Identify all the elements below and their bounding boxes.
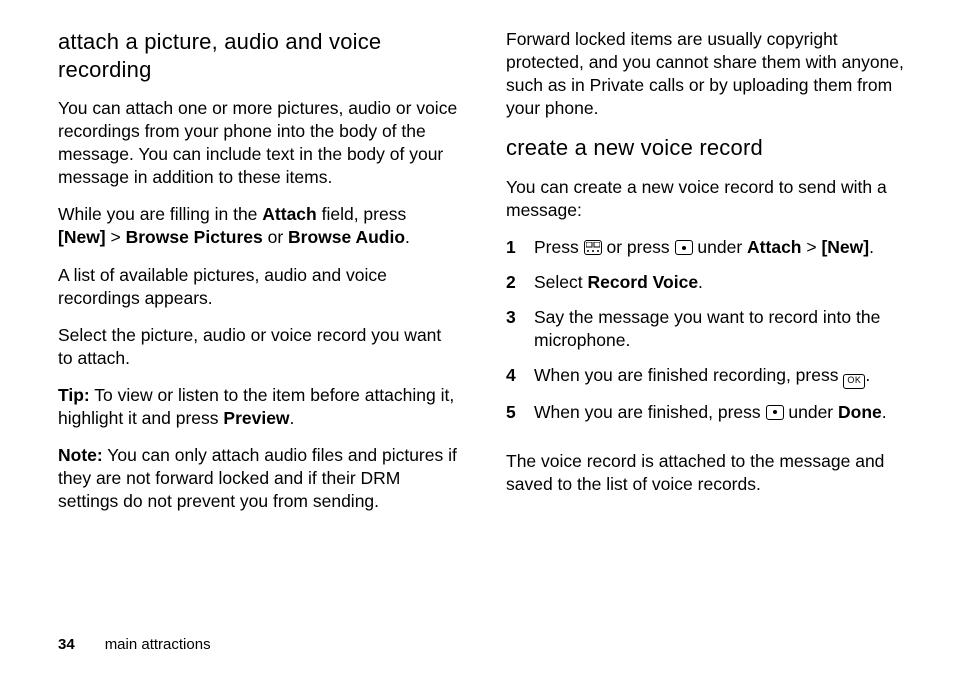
text: .: [290, 408, 295, 428]
step-4: When you are finished recording, press O…: [506, 364, 906, 389]
para-intro: You can attach one or more pictures, aud…: [58, 97, 458, 189]
para-voice-end: The voice record is attached to the mess…: [506, 450, 906, 496]
text: .: [405, 227, 410, 247]
text: Select: [534, 272, 588, 292]
tip-label: Tip:: [58, 385, 90, 405]
text: .: [865, 365, 870, 385]
dot-key-icon: [766, 405, 784, 420]
para-note: Note: You can only attach audio files an…: [58, 444, 458, 513]
para-instruction: While you are filling in the Attach fiel…: [58, 203, 458, 249]
para-list-appears: A list of available pictures, audio and …: [58, 264, 458, 310]
label-attach: Attach: [262, 204, 316, 224]
left-column: attach a picture, audio and voice record…: [58, 28, 458, 616]
text: While you are filling in the: [58, 204, 262, 224]
para-forward-locked: Forward locked items are usually copyrig…: [506, 28, 906, 120]
section-name: main attractions: [105, 636, 211, 653]
label-record-voice: Record Voice: [588, 272, 699, 292]
label-attach: Attach: [747, 237, 801, 257]
text: .: [698, 272, 703, 292]
para-tip: Tip: To view or listen to the item befor…: [58, 384, 458, 430]
label-new: [New]: [58, 227, 106, 247]
page-footer: 34 main attractions: [58, 636, 211, 653]
label-browse-pictures: Browse Pictures: [126, 227, 263, 247]
label-new: [New]: [821, 237, 869, 257]
page-columns: attach a picture, audio and voice record…: [58, 28, 906, 616]
text: .: [869, 237, 874, 257]
text: or press: [602, 237, 675, 257]
label-preview: Preview: [223, 408, 289, 428]
step-5: When you are finished, press under Done.: [506, 401, 906, 424]
dot-key-icon: [675, 240, 693, 255]
heading-attach: attach a picture, audio and voice record…: [58, 28, 458, 83]
text: >: [106, 227, 126, 247]
text: .: [882, 402, 887, 422]
menu-key-icon: [584, 240, 602, 255]
text: under: [784, 402, 838, 422]
text: When you are finished, press: [534, 402, 766, 422]
label-browse-audio: Browse Audio: [288, 227, 405, 247]
text: Press: [534, 237, 584, 257]
step-3: Say the message you want to record into …: [506, 306, 906, 352]
text: or: [263, 227, 288, 247]
text: You can only attach audio files and pict…: [58, 445, 457, 511]
right-column: Forward locked items are usually copyrig…: [506, 28, 906, 616]
steps-list: Press or press under Attach > [New]. Sel…: [506, 236, 906, 436]
text: When you are finished recording, press: [534, 365, 843, 385]
para-voice-intro: You can create a new voice record to sen…: [506, 176, 906, 222]
step-2: Select Record Voice.: [506, 271, 906, 294]
page-number: 34: [58, 636, 75, 653]
text: >: [802, 237, 822, 257]
label-done: Done: [838, 402, 882, 422]
para-select: Select the picture, audio or voice recor…: [58, 324, 458, 370]
step-1: Press or press under Attach > [New].: [506, 236, 906, 259]
heading-create-voice: create a new voice record: [506, 134, 906, 162]
text: field, press: [317, 204, 406, 224]
text: under: [693, 237, 747, 257]
ok-key-icon: OK: [843, 374, 865, 389]
note-label: Note:: [58, 445, 103, 465]
